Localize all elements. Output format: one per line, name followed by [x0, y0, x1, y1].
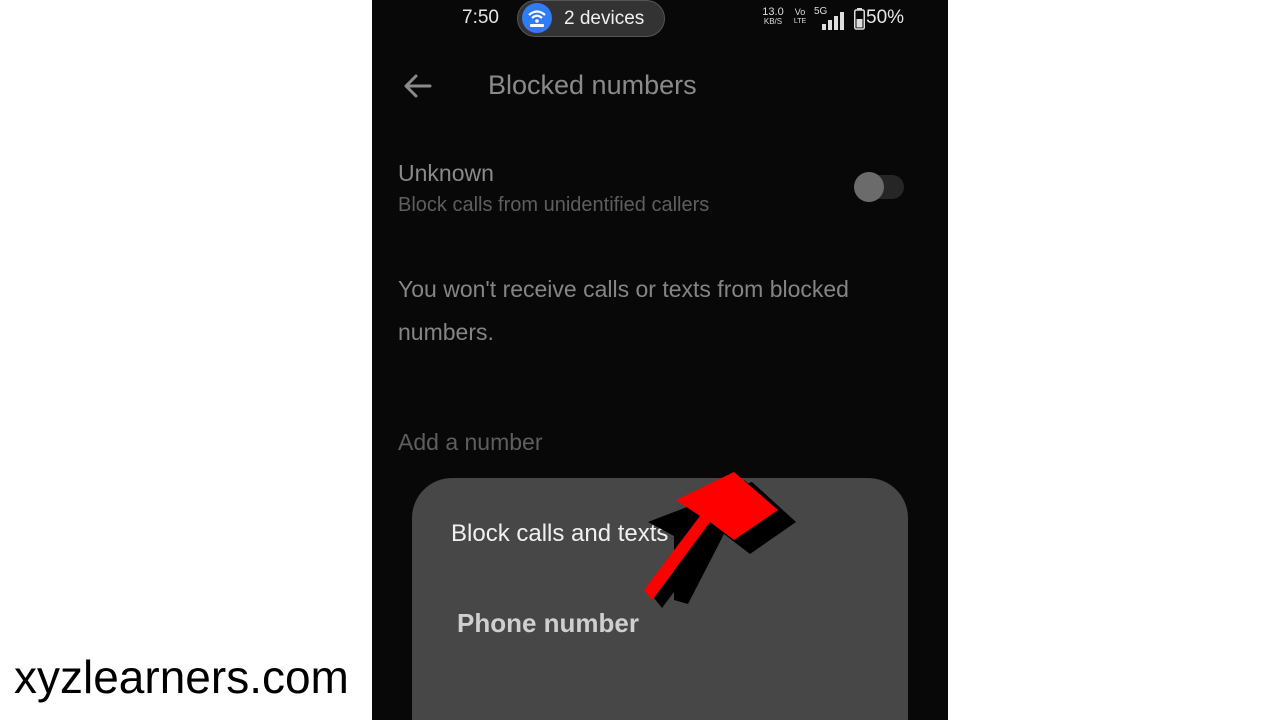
- unknown-title: Unknown: [398, 160, 494, 186]
- data-rate: 13.0 KB/S: [762, 6, 784, 27]
- signal-icon: [822, 12, 844, 30]
- phone-number-option[interactable]: Phone number: [457, 608, 639, 639]
- hotspot-chip[interactable]: 2 devices: [517, 0, 665, 37]
- status-icons: 13.0 KB/S Vo LTE 5G 50%: [760, 4, 910, 32]
- volte-icon: Vo LTE: [793, 7, 807, 26]
- unknown-toggle[interactable]: [854, 172, 904, 202]
- toggle-knob: [854, 172, 884, 202]
- add-number-label[interactable]: Add a number: [398, 429, 542, 456]
- status-time: 7:50: [462, 7, 499, 28]
- wifi-hotspot-icon: [522, 3, 552, 33]
- unknown-subtitle: Block calls from unidentified callers: [398, 194, 710, 216]
- watermark-text: xyzlearners.com: [14, 651, 349, 703]
- info-text: You won't receive calls or texts from bl…: [398, 276, 849, 345]
- battery-icon: [854, 8, 865, 30]
- hotspot-label: 2 devices: [564, 8, 645, 29]
- phone-screen: 7:50 2 devices 13.0 KB/S Vo LTE 5G 50% B…: [372, 0, 948, 720]
- battery-percent: 50%: [866, 7, 905, 28]
- arrow-left-icon[interactable]: [402, 70, 434, 102]
- page-title: Blocked numbers: [488, 70, 697, 100]
- red-arrow-annotation: [644, 472, 796, 608]
